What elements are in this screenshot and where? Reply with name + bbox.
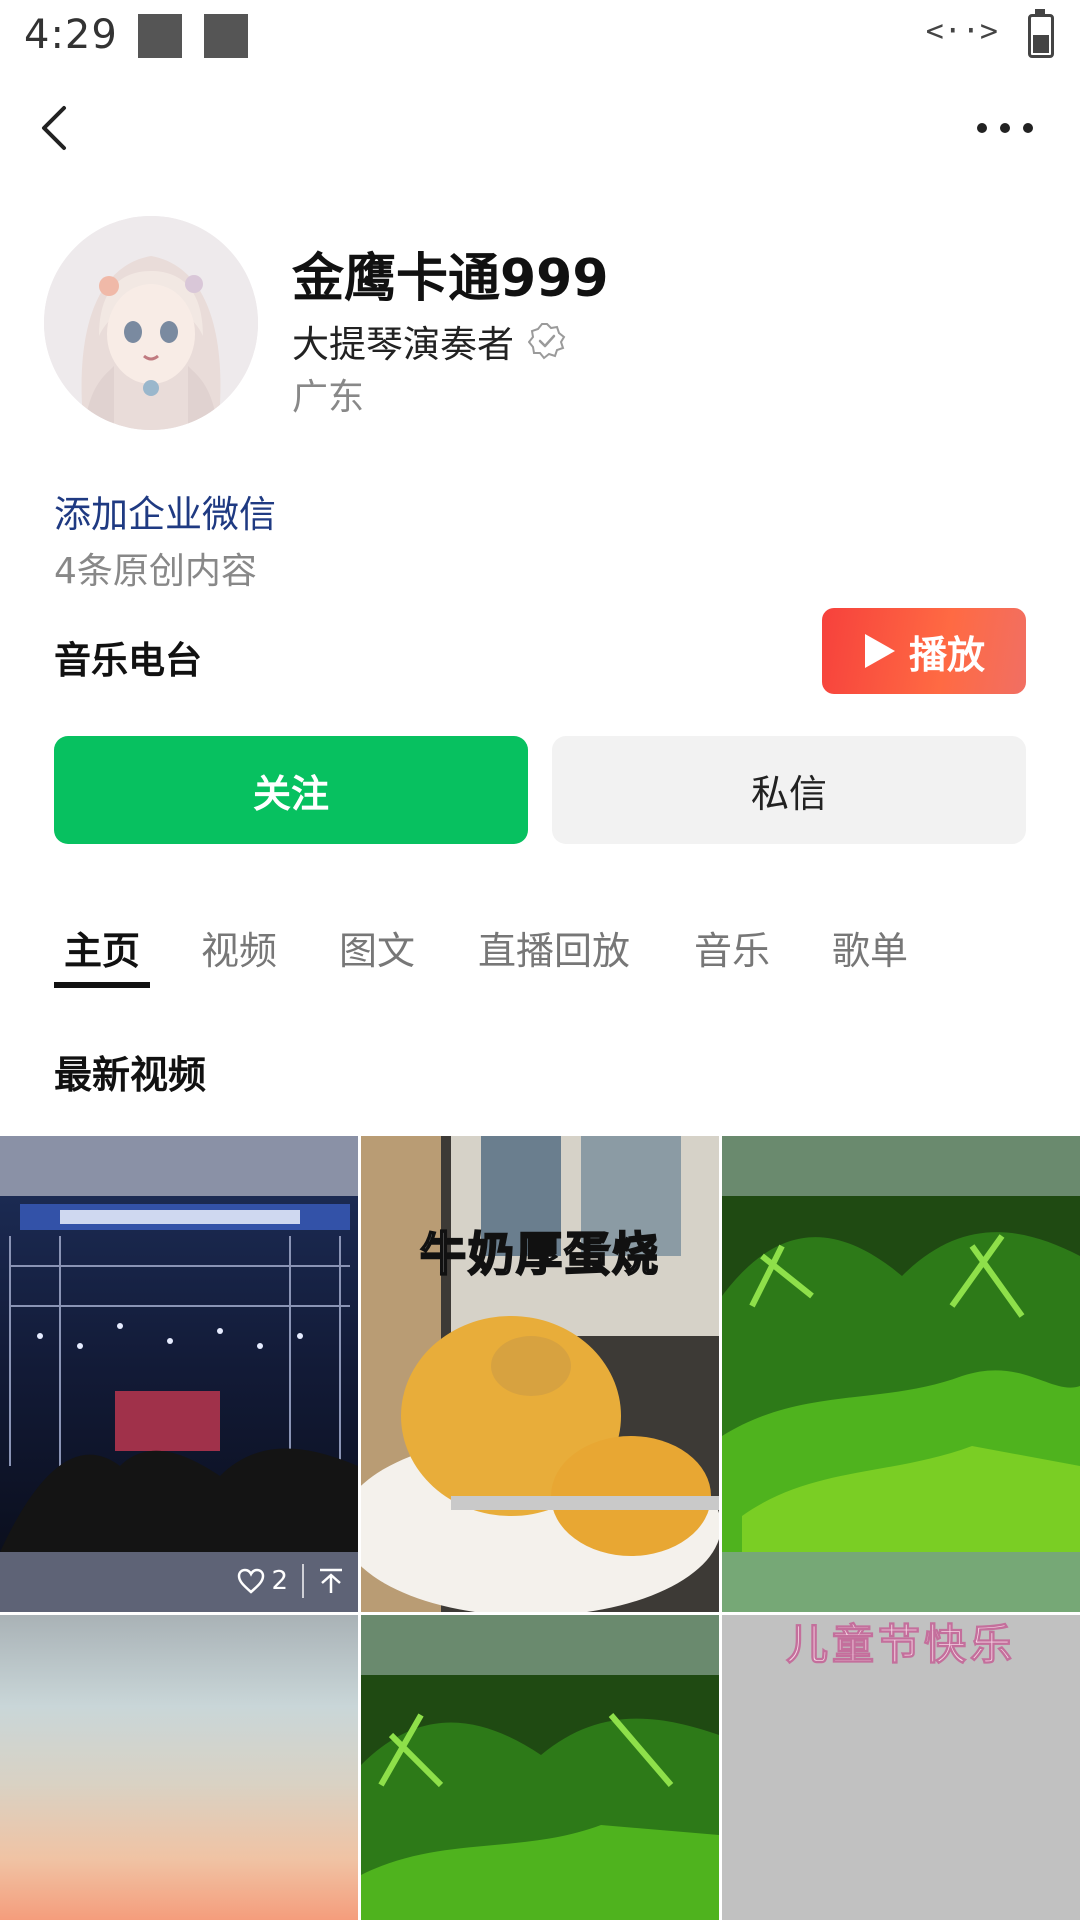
notification-icon	[204, 14, 248, 58]
tab-playlist[interactable]: 歌单	[832, 920, 908, 975]
pin-top-icon	[320, 1568, 342, 1593]
heart-icon	[238, 1568, 265, 1594]
profile-title: 大提琴演奏者	[292, 323, 514, 366]
video-thumbnail[interactable]	[0, 1615, 358, 1920]
tab-home[interactable]: 主页	[64, 920, 140, 975]
original-content-count: 4条原创内容	[54, 551, 257, 592]
video-thumbnail[interactable]	[361, 1615, 719, 1920]
notification-icon	[138, 14, 182, 58]
status-time: 4:29	[24, 12, 118, 58]
message-button[interactable]: 私信	[552, 736, 1026, 844]
follow-button[interactable]: 关注	[54, 736, 528, 844]
avatar[interactable]	[44, 216, 258, 430]
video-thumbnail[interactable]: 牛奶厚蛋烧	[361, 1136, 719, 1612]
play-button[interactable]: 播放	[822, 608, 1026, 694]
tab-graphic[interactable]: 图文	[339, 920, 415, 975]
more-horizontal-icon	[977, 123, 1033, 133]
video-stats: 2	[237, 1564, 344, 1598]
sunset-thumbnail-image	[0, 1615, 358, 1920]
message-button-label: 私信	[750, 771, 827, 816]
profile-location: 广东	[292, 377, 365, 418]
music-radio-label: 音乐电台	[54, 639, 202, 682]
video-thumbnail[interactable]	[722, 1136, 1080, 1612]
battery-icon	[1028, 9, 1054, 58]
profile-title-row: 大提琴演奏者	[292, 314, 566, 368]
more-button[interactable]	[970, 100, 1040, 156]
status-bar: 4:29 <··>	[0, 0, 1080, 74]
egg-roll-thumbnail-image	[361, 1136, 719, 1612]
tab-live-replay[interactable]: 直播回放	[478, 920, 630, 975]
divider	[302, 1564, 304, 1598]
profile-tabs: 主页 视频 图文 直播回放 音乐 歌单	[54, 920, 1034, 990]
chevron-left-icon	[42, 106, 66, 150]
jungle-thumbnail-image	[361, 1615, 719, 1920]
profile-name: 金鹰卡通999	[292, 249, 609, 309]
follow-button-label: 关注	[252, 771, 329, 816]
tab-active-indicator	[54, 982, 150, 988]
avatar-illustration	[44, 216, 258, 430]
tab-music[interactable]: 音乐	[694, 920, 770, 975]
video-overlay-title: 儿童节快乐	[785, 1620, 1016, 1670]
add-wecom-link[interactable]: 添加企业微信	[54, 484, 276, 538]
video-grid: 2 牛奶厚蛋烧 儿童节快乐	[0, 1136, 1080, 1920]
like-count: 2	[271, 1566, 288, 1596]
tab-video[interactable]: 视频	[201, 920, 277, 975]
verified-badge-icon[interactable]	[528, 322, 566, 360]
play-button-label: 播放	[908, 632, 985, 677]
concert-thumbnail-image	[0, 1136, 358, 1612]
video-thumbnail[interactable]: 2	[0, 1136, 358, 1612]
jungle-thumbnail-image	[722, 1136, 1080, 1612]
video-thumbnail[interactable]: 儿童节快乐	[722, 1615, 1080, 1920]
latest-videos-title: 最新视频	[54, 1053, 207, 1097]
video-overlay-title: 牛奶厚蛋烧	[419, 1226, 660, 1282]
play-icon	[864, 634, 895, 668]
network-icon: <··>	[925, 14, 998, 49]
back-button[interactable]	[30, 100, 86, 156]
